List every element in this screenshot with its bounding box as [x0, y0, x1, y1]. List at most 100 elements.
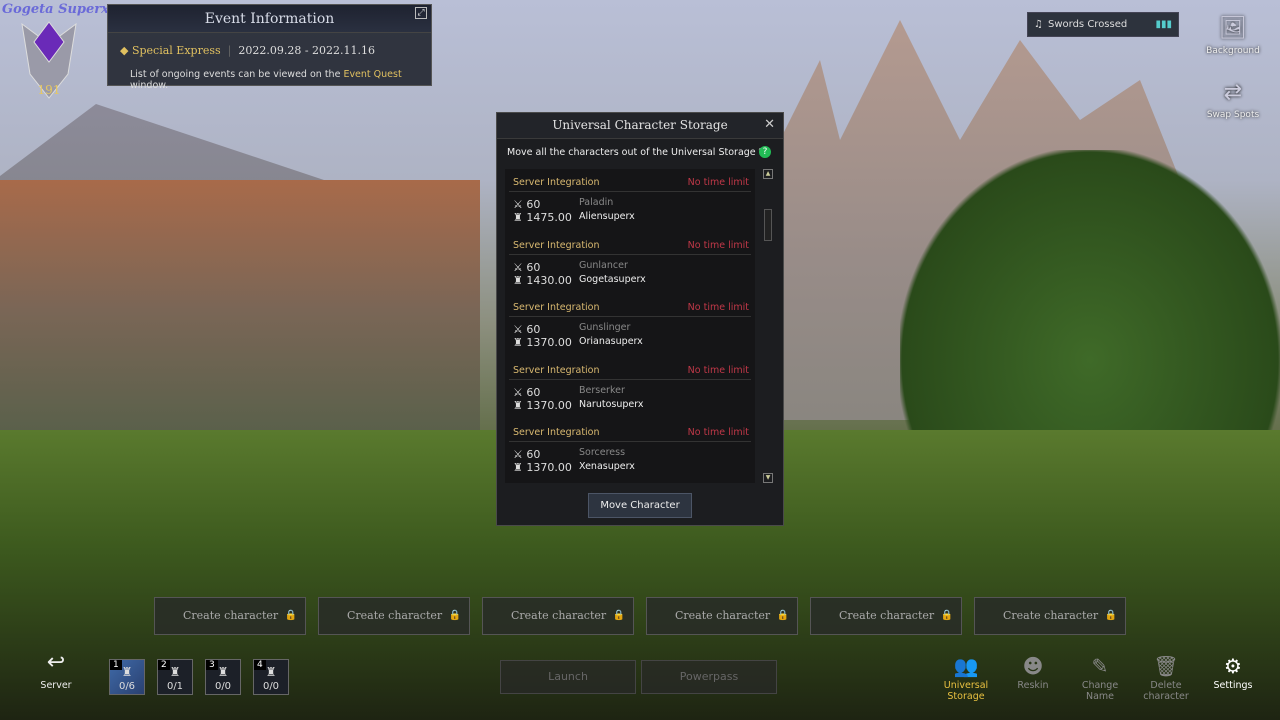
- scroll-up-icon[interactable]: ▲: [763, 169, 773, 179]
- scroll-thumb[interactable]: [764, 209, 772, 241]
- track-name: Swords Crossed: [1048, 19, 1128, 30]
- time-limit: No time limit: [687, 302, 749, 314]
- scroll-down-icon[interactable]: ▼: [763, 473, 773, 483]
- roster-level-emblem: 191: [21, 21, 77, 99]
- universal-storage-button[interactable]: 👥 Universal Storage: [934, 652, 998, 702]
- equalizer-icon: ▮▮▮: [1155, 19, 1172, 30]
- character-class: Sorceress: [579, 447, 626, 459]
- delete-character-button[interactable]: 🗑 Delete character: [1134, 652, 1198, 702]
- item-level: 1370.00: [526, 336, 572, 350]
- create-character-slot[interactable]: Create character 🔒: [974, 597, 1126, 635]
- character-row[interactable]: Server Integration No time limit ⚔ 60 ♜ …: [505, 169, 755, 232]
- event-dates: 2022.09.28 - 2022.11.16: [238, 44, 376, 57]
- helmet-icon: ♜: [513, 336, 527, 350]
- character-page-tab[interactable]: 2 ♜ 0/1: [157, 659, 193, 695]
- character-list: Server Integration No time limit ⚔ 60 ♜ …: [505, 169, 755, 483]
- event-name[interactable]: Special Express: [132, 44, 221, 57]
- swords-icon: ⚔: [513, 198, 527, 211]
- character-class: Paladin: [579, 197, 614, 208]
- character-source: Server Integration: [513, 302, 600, 314]
- help-icon[interactable]: ?: [759, 146, 771, 158]
- scrollbar[interactable]: ▲ ▼: [763, 169, 773, 483]
- launch-button[interactable]: Launch: [500, 660, 636, 694]
- expand-icon[interactable]: ⤢: [415, 7, 427, 19]
- edit-icon: ✎: [1091, 654, 1109, 678]
- swords-icon: ⚔: [513, 385, 527, 399]
- universal-character-storage-dialog: Universal Character Storage ✕ Move all t…: [496, 112, 784, 526]
- swords-icon: ⚔: [513, 323, 527, 337]
- character-page-tab[interactable]: 3 ♜ 0/0: [205, 659, 241, 695]
- head-icon: ☻: [1022, 654, 1044, 678]
- reskin-button[interactable]: ☻ Reskin: [1001, 652, 1065, 691]
- character-row[interactable]: Server Integration No time limit ⚔ 60 ♜ …: [505, 357, 755, 420]
- trash-icon: 🗑: [1153, 654, 1179, 678]
- character-row[interactable]: Server Integration No time limit ⚔ 60 ♜ …: [505, 232, 755, 295]
- character-level: 60: [526, 385, 541, 399]
- character-name: Orianasuperx: [579, 336, 643, 348]
- character-level: 60: [526, 260, 541, 274]
- character-row[interactable]: Server Integration No time limit ⚔ 60 ♜ …: [505, 419, 755, 482]
- lock-icon: 🔒: [612, 610, 625, 621]
- return-icon: ↩: [46, 650, 66, 675]
- character-name: Xenasuperx: [579, 461, 635, 473]
- create-character-slot[interactable]: Create character 🔒: [482, 597, 634, 635]
- svg-text:191: 191: [38, 83, 61, 97]
- users-icon: 👥: [953, 654, 979, 678]
- move-character-button[interactable]: Move Character: [588, 493, 692, 518]
- create-character-slot[interactable]: Create character 🔒: [318, 597, 470, 635]
- swap-icon: ⇄: [1223, 80, 1243, 105]
- lock-icon: 🔒: [1104, 610, 1117, 621]
- lock-icon: 🔒: [940, 610, 953, 621]
- character-source: Server Integration: [513, 364, 600, 376]
- lock-icon: 🔒: [776, 610, 789, 621]
- item-level: 1475.00: [526, 211, 572, 224]
- character-name: Narutosuperx: [579, 398, 644, 410]
- event-information-panel: Event Information ⤢ ◆ Special Express | …: [107, 4, 432, 91]
- swap-spots-button[interactable]: ⇄ Swap Spots: [1203, 80, 1263, 120]
- create-character-slot[interactable]: Create character 🔒: [154, 597, 306, 635]
- swords-icon: ⚔: [513, 260, 527, 274]
- time-limit: No time limit: [687, 239, 749, 251]
- character-name: Gogetasuperx: [579, 273, 646, 285]
- item-level: 1370.00: [526, 461, 572, 475]
- background-button[interactable]: 🖼 Background: [1203, 16, 1263, 56]
- item-level: 1370.00: [526, 398, 572, 412]
- character-source: Server Integration: [513, 177, 600, 188]
- character-level: 60: [526, 448, 541, 462]
- swords-icon: ⚔: [513, 448, 527, 462]
- character-class: Gunlancer: [579, 259, 628, 271]
- helmet-icon: ♜: [513, 273, 527, 287]
- character-source: Server Integration: [513, 239, 600, 251]
- helmet-icon: ♜: [513, 398, 527, 412]
- server-button[interactable]: ↩ Server: [36, 650, 76, 691]
- storage-message: Move all the characters out of the Unive…: [507, 147, 765, 158]
- character-page-tab[interactable]: 1 ♜ 0/6: [109, 659, 145, 695]
- create-character-slot[interactable]: Create character 🔒: [646, 597, 798, 635]
- gear-icon: ⚙: [1224, 654, 1242, 678]
- lock-icon: 🔒: [284, 610, 297, 621]
- powerpass-button[interactable]: Powerpass: [641, 660, 777, 694]
- close-icon[interactable]: ✕: [764, 117, 775, 132]
- time-limit: No time limit: [687, 364, 749, 376]
- character-level: 60: [526, 323, 541, 337]
- event-note: List of ongoing events can be viewed on …: [130, 69, 402, 91]
- change-name-button[interactable]: ✎ Change Name: [1068, 652, 1132, 702]
- helmet-icon: ♜: [513, 461, 527, 475]
- item-level: 1430.00: [526, 273, 572, 287]
- character-class: Gunslinger: [579, 322, 631, 334]
- character-row[interactable]: Server Integration No time limit ⚔ 60 ♜ …: [505, 294, 755, 357]
- image-icon: 🖼: [1219, 16, 1247, 41]
- character-page-tab[interactable]: 4 ♜ 0/0: [253, 659, 289, 695]
- event-quest-link[interactable]: Event Quest: [343, 69, 401, 80]
- create-character-slot[interactable]: Create character 🔒: [810, 597, 962, 635]
- music-note-icon: ♫: [1034, 19, 1043, 30]
- character-class: Berserker: [579, 384, 625, 396]
- character-name: Aliensuperx: [579, 211, 635, 222]
- settings-button[interactable]: ⚙ Settings: [1201, 652, 1265, 691]
- event-title: Event Information: [108, 5, 431, 33]
- music-player[interactable]: ♫ Swords Crossed ▮▮▮: [1027, 12, 1179, 37]
- time-limit: No time limit: [687, 177, 749, 188]
- helmet-icon: ♜: [513, 211, 527, 224]
- dialog-title: Universal Character Storage: [497, 113, 783, 139]
- character-source: Server Integration: [513, 427, 600, 439]
